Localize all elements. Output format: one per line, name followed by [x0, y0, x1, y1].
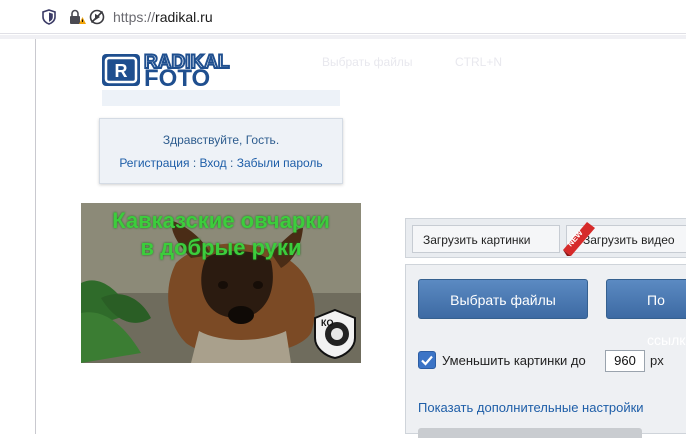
upload-panel: Выбрать файлы По ссылке Уменьшить картин…: [405, 264, 686, 438]
login-box: Здравствуйте, Гость. Регистрация : Вход …: [99, 118, 343, 184]
url-field[interactable]: https://radikal.ru: [113, 9, 213, 25]
club-seal-logo: КО: [314, 308, 356, 360]
banner-line-2: в добрые руки: [140, 235, 302, 260]
separator: :: [192, 156, 197, 170]
upload-widget: Загрузить картинки Загрузить видео NEW В…: [405, 218, 686, 438]
resize-value-input[interactable]: 960: [605, 350, 645, 372]
seal-text: КО: [321, 318, 334, 328]
resize-unit: px: [650, 353, 664, 368]
new-badge-icon: NEW: [563, 222, 595, 256]
separator: :: [230, 156, 234, 170]
browser-toolbar: https://radikal.ru: [0, 0, 686, 34]
greeting-text: Здравствуйте, Гость.: [162, 133, 280, 147]
register-link[interactable]: Регистрация: [119, 156, 189, 170]
by-link-button[interactable]: По ссылке: [606, 279, 686, 348]
banner-title: Кавказские овчарки в добрые руки: [81, 207, 361, 261]
resize-checkbox[interactable]: [418, 351, 436, 369]
logo-badge: R: [115, 61, 128, 81]
radikal-foto-logo[interactable]: R RADIKAL FOTO: [100, 50, 345, 110]
upload-start-bar[interactable]: [418, 428, 642, 438]
login-link[interactable]: Вход: [200, 156, 227, 170]
upload-tabs: Загрузить картинки Загрузить видео NEW: [405, 218, 686, 258]
show-more-settings-link[interactable]: Показать дополнительные настройки: [418, 400, 644, 415]
ghost-shortcut: CTRL+N: [455, 55, 503, 69]
url-scheme: https://: [113, 9, 156, 25]
checkmark-icon: [421, 355, 433, 366]
lock-warning-icon[interactable]: [68, 8, 86, 26]
tab-upload-images[interactable]: Загрузить картинки: [412, 225, 560, 253]
ad-banner[interactable]: Кавказские овчарки в добрые руки КО: [81, 203, 361, 363]
auth-links: Регистрация : Вход : Забыли пароль: [100, 156, 342, 170]
ghost-menu-item: Выбрать файлы: [322, 55, 413, 69]
banner-line-1: Кавказские овчарки: [112, 208, 330, 233]
resize-label: Уменьшить картинки до: [442, 353, 586, 368]
left-margin: [0, 39, 36, 434]
choose-files-button[interactable]: Выбрать файлы: [418, 279, 588, 319]
shield-icon[interactable]: [40, 8, 58, 26]
url-host: radikal.ru: [155, 9, 213, 25]
forgot-password-link[interactable]: Забыли пароль: [237, 156, 323, 170]
logo-text-foto: FOTO: [144, 65, 210, 92]
autoplay-blocked-icon[interactable]: [88, 8, 106, 26]
